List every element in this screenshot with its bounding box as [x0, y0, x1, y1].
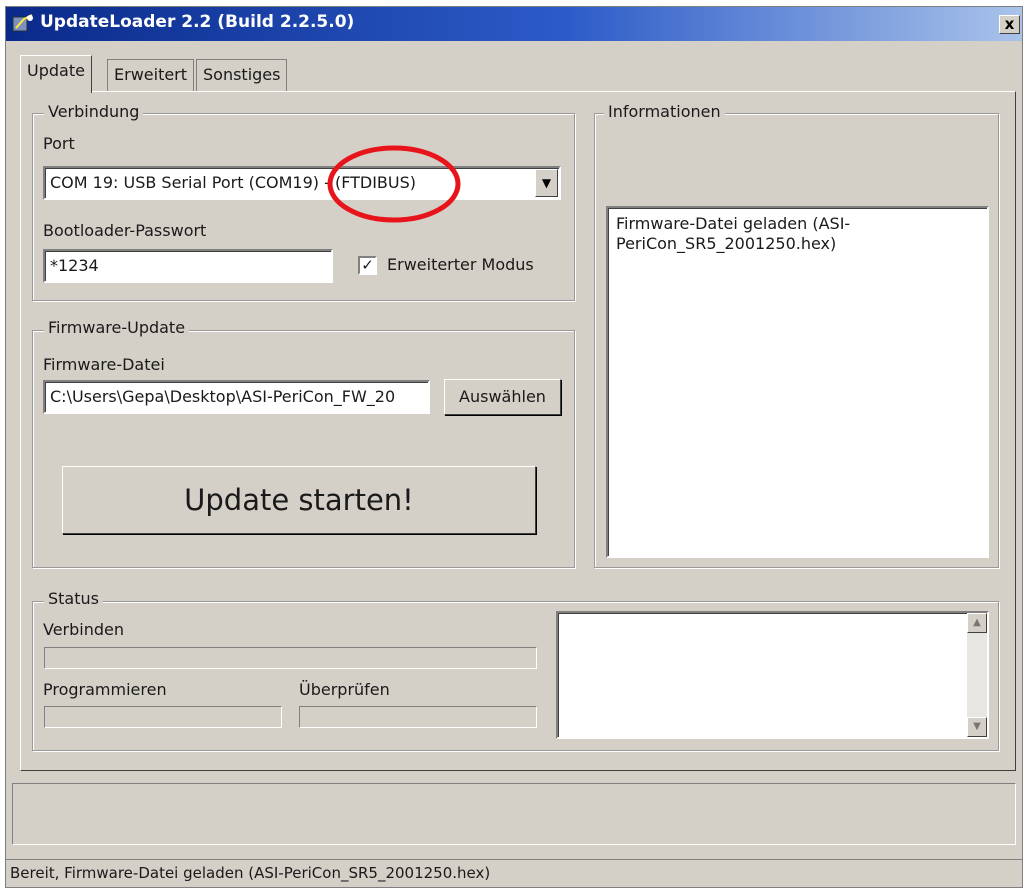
- tab-update[interactable]: Update: [20, 55, 92, 93]
- start-update-button-label: Update starten!: [184, 483, 414, 517]
- password-label: Bootloader-Passwort: [43, 221, 207, 240]
- status-bar-text: Bereit, Firmware-Datei geladen (ASI-Peri…: [10, 864, 491, 882]
- checkmark-icon: ✓: [361, 256, 374, 274]
- close-icon: x: [1004, 15, 1015, 33]
- connect-progress-bar: [44, 647, 537, 669]
- program-progress-bar: [44, 706, 282, 728]
- log-line: Firmware-Datei geladen (ASI-: [616, 214, 851, 233]
- extended-mode-checkbox[interactable]: ✓: [358, 256, 377, 275]
- start-update-button[interactable]: Update starten!: [62, 466, 536, 534]
- choose-file-button-label: Auswählen: [459, 387, 546, 406]
- app-icon: [12, 14, 33, 32]
- status-legend: Status: [44, 589, 103, 608]
- information-log[interactable]: Firmware-Datei geladen (ASI- PeriCon_SR5…: [606, 206, 989, 558]
- status-log[interactable]: ▲ ▼: [556, 611, 989, 739]
- port-dropdown[interactable]: COM 19: USB Serial Port (COM19) - (FTDIB…: [43, 166, 561, 200]
- password-input-value: *1234: [50, 256, 99, 275]
- tab-sonstiges[interactable]: Sonstiges: [196, 59, 288, 91]
- choose-file-button[interactable]: Auswählen: [444, 379, 561, 415]
- firmware-file-value: C:\Users\Gepa\Desktop\ASI-PeriCon_FW_20: [50, 387, 396, 406]
- verify-label: Überprüfen: [299, 680, 390, 699]
- title-bar[interactable]: UpdateLoader 2.2 (Build 2.2.5.0) x: [6, 7, 1022, 41]
- tab-erweitert[interactable]: Erweitert: [107, 59, 195, 91]
- log-line: PeriCon_SR5_2001250.hex): [616, 234, 837, 253]
- connect-label: Verbinden: [43, 620, 125, 639]
- tab-sonstiges-label: Sonstiges: [203, 65, 281, 84]
- verbindung-legend: Verbindung: [44, 102, 144, 121]
- scroll-down-icon: ▼: [973, 721, 981, 732]
- firmware-file-input[interactable]: C:\Users\Gepa\Desktop\ASI-PeriCon_FW_20: [43, 380, 430, 414]
- extended-mode-label: Erweiterter Modus: [387, 255, 534, 274]
- status-bar: Bereit, Firmware-Datei geladen (ASI-Peri…: [6, 859, 1022, 887]
- status-log-scrollbar[interactable]: ▲ ▼: [967, 613, 987, 737]
- password-input[interactable]: *1234: [43, 249, 333, 283]
- window-title: UpdateLoader 2.2 (Build 2.2.5.0): [40, 12, 355, 32]
- tab-update-label: Update: [27, 61, 85, 80]
- bottom-panel: [12, 783, 1016, 845]
- port-dropdown-button[interactable]: ▼: [535, 169, 558, 197]
- chevron-down-icon: ▼: [541, 176, 552, 190]
- scroll-down-button[interactable]: ▼: [967, 717, 987, 737]
- informationen-legend: Informationen: [604, 102, 725, 121]
- close-button[interactable]: x: [999, 15, 1020, 34]
- annotation-circle: [327, 145, 461, 223]
- scroll-up-icon: ▲: [973, 617, 981, 628]
- firmware-legend: Firmware-Update: [44, 318, 190, 337]
- tab-erweitert-label: Erweitert: [114, 65, 188, 84]
- program-label: Programmieren: [43, 680, 167, 699]
- port-label: Port: [43, 134, 75, 153]
- app-window: UpdateLoader 2.2 (Build 2.2.5.0) x Updat…: [5, 6, 1023, 888]
- verify-progress-bar: [299, 706, 537, 728]
- firmware-file-label: Firmware-Datei: [43, 355, 165, 374]
- scroll-up-button[interactable]: ▲: [967, 613, 987, 633]
